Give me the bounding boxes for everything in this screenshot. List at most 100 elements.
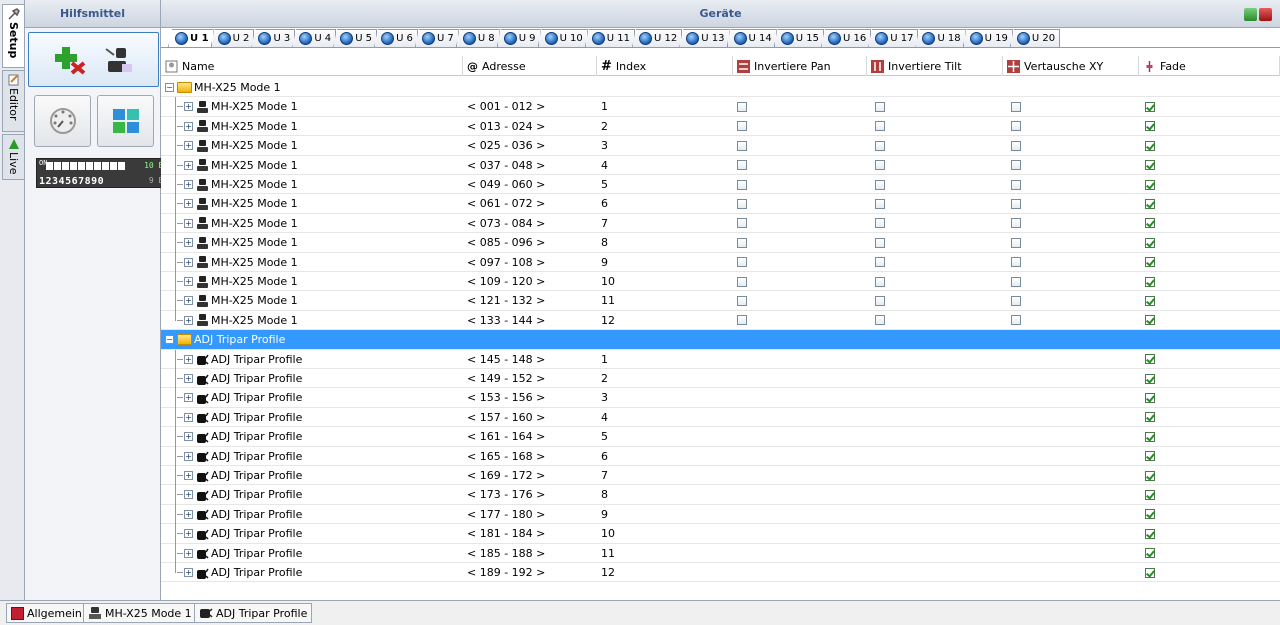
tab-universe-19[interactable]: U 19 <box>962 29 1013 47</box>
invert-tilt-checkbox[interactable] <box>875 218 885 229</box>
invert-tilt-checkbox[interactable] <box>875 198 885 209</box>
invert-pan-checkbox[interactable] <box>737 257 747 268</box>
tab-universe-4[interactable]: U 4 <box>292 29 337 47</box>
fade-checkbox[interactable] <box>1145 509 1155 520</box>
expand-icon[interactable]: + <box>184 160 193 170</box>
fade-checkbox[interactable] <box>1145 257 1155 268</box>
fade-checkbox[interactable] <box>1145 548 1155 559</box>
group-row[interactable]: − ADJ Tripar Profile <box>161 330 1280 350</box>
invert-tilt-checkbox[interactable] <box>875 160 885 171</box>
swap-xy-checkbox[interactable] <box>1011 257 1021 268</box>
fade-checkbox[interactable] <box>1145 198 1155 209</box>
fade-checkbox[interactable] <box>1145 451 1155 462</box>
swap-xy-checkbox[interactable] <box>1011 101 1021 112</box>
column-index[interactable]: # Index <box>597 56 733 76</box>
fade-checkbox[interactable] <box>1145 179 1155 190</box>
table-row[interactable]: + ADJ Tripar Profile < 157 - 160 > 4 <box>161 408 1280 428</box>
timing-tool-button[interactable] <box>34 95 91 147</box>
table-row[interactable]: + ADJ Tripar Profile < 189 - 192 > 12 <box>161 563 1280 583</box>
table-row[interactable]: + ADJ Tripar Profile < 185 - 188 > 11 <box>161 544 1280 563</box>
tab-universe-12[interactable]: U 12 <box>632 29 683 47</box>
column-name[interactable]: Name <box>161 56 463 76</box>
expand-icon[interactable]: + <box>184 102 193 112</box>
invert-pan-checkbox[interactable] <box>737 160 747 171</box>
expand-icon[interactable]: + <box>184 121 193 131</box>
expand-icon[interactable]: + <box>184 238 193 248</box>
fade-checkbox[interactable] <box>1145 392 1155 403</box>
group-row[interactable]: − MH-X25 Mode 1 <box>161 78 1280 98</box>
table-row[interactable]: + MH-X25 Mode 1 < 133 - 144 > 12 <box>161 311 1280 331</box>
expand-icon[interactable]: + <box>184 257 193 267</box>
swap-xy-checkbox[interactable] <box>1011 121 1021 132</box>
fade-checkbox[interactable] <box>1145 567 1155 578</box>
expand-icon[interactable]: + <box>184 490 193 500</box>
fade-checkbox[interactable] <box>1145 295 1155 306</box>
table-row[interactable]: + ADJ Tripar Profile < 153 - 156 > 3 <box>161 388 1280 408</box>
expand-icon[interactable]: + <box>184 529 193 539</box>
expand-icon[interactable]: + <box>184 451 193 461</box>
fade-checkbox[interactable] <box>1145 412 1155 423</box>
invert-pan-checkbox[interactable] <box>737 295 747 306</box>
collapse-icon[interactable]: − <box>165 83 174 92</box>
invert-pan-checkbox[interactable] <box>737 315 747 326</box>
invert-tilt-checkbox[interactable] <box>875 276 885 287</box>
swap-xy-checkbox[interactable] <box>1011 218 1021 229</box>
expand-icon[interactable]: + <box>184 432 193 442</box>
expand-icon[interactable]: + <box>184 218 193 228</box>
table-row[interactable]: + MH-X25 Mode 1 < 061 - 072 > 6 <box>161 194 1280 214</box>
column-fade[interactable]: Fade <box>1139 56 1280 76</box>
tab-universe-16[interactable]: U 16 <box>820 29 872 47</box>
tab-universe-10[interactable]: U 10 <box>537 29 588 47</box>
tab-universe-14[interactable]: U 14 <box>726 29 777 47</box>
table-row[interactable]: + MH-X25 Mode 1 < 073 - 084 > 7 <box>161 214 1280 234</box>
swap-xy-checkbox[interactable] <box>1011 295 1021 306</box>
fade-checkbox[interactable] <box>1145 373 1155 384</box>
table-row[interactable]: + MH-X25 Mode 1 < 049 - 060 > 5 <box>161 175 1280 195</box>
table-row[interactable]: + ADJ Tripar Profile < 181 - 184 > 10 <box>161 524 1280 544</box>
invert-tilt-checkbox[interactable] <box>875 295 885 306</box>
table-row[interactable]: + MH-X25 Mode 1 < 001 - 012 > 1 <box>161 97 1280 117</box>
tab-universe-11[interactable]: U 11 <box>584 29 636 47</box>
tab-universe-3[interactable]: U 3 <box>251 29 296 47</box>
table-row[interactable]: + MH-X25 Mode 1 < 025 - 036 > 3 <box>161 136 1280 156</box>
fade-checkbox[interactable] <box>1145 101 1155 112</box>
add-device-button[interactable] <box>28 32 159 87</box>
export-icon[interactable] <box>1244 8 1257 21</box>
swap-xy-checkbox[interactable] <box>1011 198 1021 209</box>
tab-universe-9[interactable]: U 9 <box>496 29 541 47</box>
bottom-tab-adj-tripar[interactable]: ADJ Tripar Profile <box>194 603 313 623</box>
invert-pan-checkbox[interactable] <box>737 276 747 287</box>
swap-xy-checkbox[interactable] <box>1011 315 1021 326</box>
swap-xy-checkbox[interactable] <box>1011 276 1021 287</box>
expand-icon[interactable]: + <box>184 141 193 151</box>
tab-universe-18[interactable]: U 18 <box>915 29 966 47</box>
table-row[interactable]: + MH-X25 Mode 1 < 109 - 120 > 10 <box>161 272 1280 292</box>
table-row[interactable]: + ADJ Tripar Profile < 169 - 172 > 7 <box>161 466 1280 486</box>
invert-tilt-checkbox[interactable] <box>875 101 885 112</box>
fade-checkbox[interactable] <box>1145 315 1155 326</box>
tab-universe-7[interactable]: U 7 <box>414 29 459 47</box>
invert-tilt-checkbox[interactable] <box>875 179 885 190</box>
table-row[interactable]: + MH-X25 Mode 1 < 097 - 108 > 9 <box>161 253 1280 272</box>
invert-tilt-checkbox[interactable] <box>875 121 885 132</box>
invert-pan-checkbox[interactable] <box>737 101 747 112</box>
expand-icon[interactable]: + <box>184 568 193 577</box>
tab-universe-20[interactable]: U 20 <box>1009 29 1061 47</box>
expand-icon[interactable]: + <box>184 315 193 325</box>
table-row[interactable]: + MH-X25 Mode 1 < 037 - 048 > 4 <box>161 156 1280 175</box>
invert-pan-checkbox[interactable] <box>737 140 747 151</box>
invert-pan-checkbox[interactable] <box>737 121 747 132</box>
fade-checkbox[interactable] <box>1145 470 1155 481</box>
swap-xy-checkbox[interactable] <box>1011 160 1021 171</box>
tab-universe-1[interactable]: U 1 <box>168 29 214 47</box>
table-row[interactable]: + ADJ Tripar Profile < 149 - 152 > 2 <box>161 369 1280 389</box>
bottom-tab-mh-x25[interactable]: MH-X25 Mode 1 <box>83 603 197 623</box>
column-invert-tilt[interactable]: Invertiere Tilt <box>867 56 1003 76</box>
tab-universe-17[interactable]: U 17 <box>868 29 919 47</box>
expand-icon[interactable]: + <box>184 277 193 286</box>
tab-editor[interactable]: Editor <box>2 70 24 132</box>
expand-icon[interactable]: + <box>184 199 193 209</box>
tab-universe-2[interactable]: U 2 <box>210 29 255 47</box>
table-row[interactable]: + ADJ Tripar Profile < 161 - 164 > 5 <box>161 427 1280 447</box>
swap-xy-checkbox[interactable] <box>1011 179 1021 190</box>
